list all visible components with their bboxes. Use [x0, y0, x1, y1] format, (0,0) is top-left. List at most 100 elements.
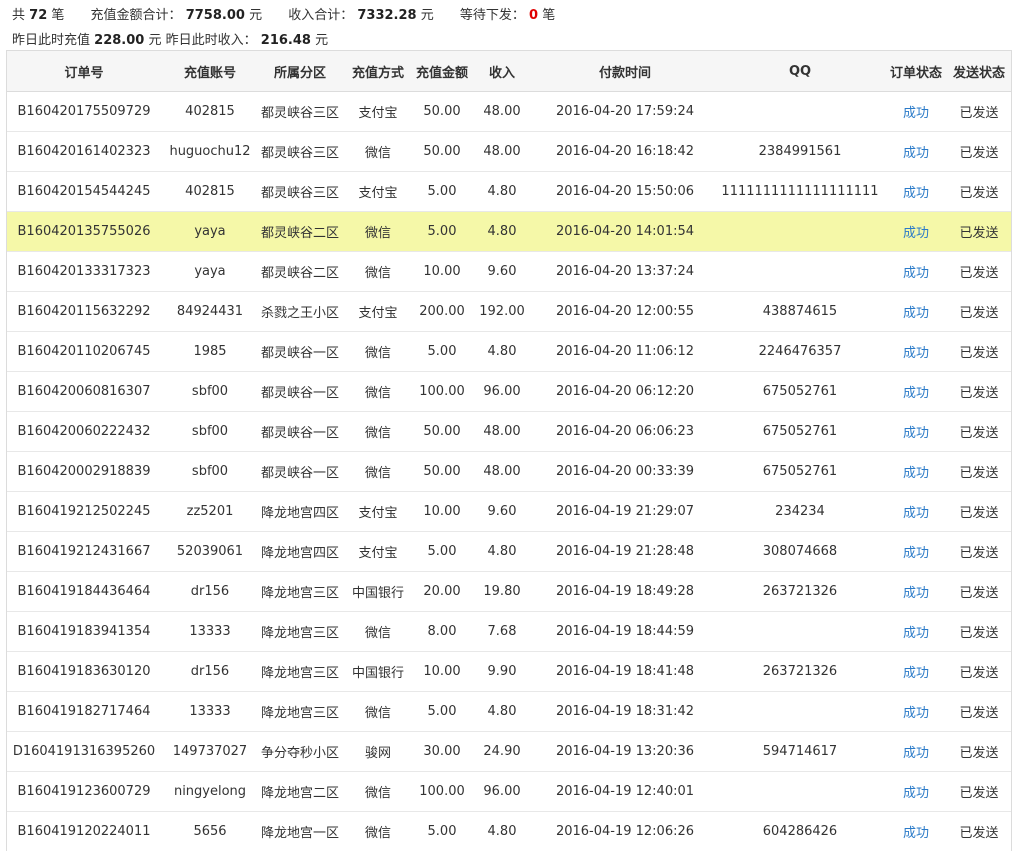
send-status-cell: 已发送	[947, 572, 1011, 612]
send-status-cell: 已发送	[947, 732, 1011, 772]
pay-time-cell: 2016-04-20 00:33:39	[535, 452, 715, 492]
pay-time-cell: 2016-04-19 18:41:48	[535, 652, 715, 692]
order-status-link[interactable]: 成功	[903, 786, 929, 801]
send-status-cell: 已发送	[947, 772, 1011, 812]
table-row: B160419123600729ningyelong降龙地宫二区微信100.00…	[7, 772, 1011, 812]
order-status-link[interactable]: 成功	[903, 306, 929, 321]
recharge-total-value: 7758.00	[186, 8, 245, 23]
zone-cell: 降龙地宫三区	[259, 572, 341, 612]
qq-cell: 438874615	[715, 292, 885, 332]
order-status-link[interactable]: 成功	[903, 506, 929, 521]
order-no-cell: D1604191316395260	[7, 732, 161, 772]
amount-cell: 100.00	[415, 372, 469, 412]
yesterday-income-unit: 元	[315, 33, 328, 48]
income-cell: 96.00	[469, 772, 535, 812]
order-no-cell: B160420060816307	[7, 372, 161, 412]
account-cell: yaya	[161, 252, 259, 292]
order-status-link[interactable]: 成功	[903, 826, 929, 841]
account-cell: ningyelong	[161, 772, 259, 812]
pending-label: 等待下发：	[460, 8, 525, 23]
yesterday-income-value: 216.48	[261, 33, 311, 48]
send-status-cell: 已发送	[947, 292, 1011, 332]
order-status-link[interactable]: 成功	[903, 186, 929, 201]
table-row: B16041918394135413333降龙地宫三区微信8.007.68201…	[7, 612, 1011, 652]
amount-cell: 10.00	[415, 652, 469, 692]
income-cell: 9.90	[469, 652, 535, 692]
summary-line-yesterday: 昨日此时充值 228.00 元 昨日此时收入： 216.48 元	[12, 29, 328, 48]
zone-cell: 都灵峡谷三区	[259, 132, 341, 172]
income-cell: 9.60	[469, 252, 535, 292]
order-no-cell: B160420135755026	[7, 212, 161, 252]
zone-cell: 降龙地宫三区	[259, 612, 341, 652]
qq-cell: 594714617	[715, 732, 885, 772]
order-status-link[interactable]: 成功	[903, 426, 929, 441]
income-cell: 19.80	[469, 572, 535, 612]
pay-time-cell: 2016-04-20 06:12:20	[535, 372, 715, 412]
income-total-unit: 元	[421, 8, 434, 23]
order-no-cell: B160419182717464	[7, 692, 161, 732]
table-row: B160420060222432sbf00都灵峡谷一区微信50.0048.002…	[7, 412, 1011, 452]
pending-unit: 笔	[542, 8, 555, 23]
zone-cell: 都灵峡谷三区	[259, 92, 341, 132]
amount-cell: 30.00	[415, 732, 469, 772]
zone-cell: 降龙地宫一区	[259, 812, 341, 851]
table-row: B160420175509729402815都灵峡谷三区支付宝50.0048.0…	[7, 92, 1011, 132]
income-cell: 4.80	[469, 172, 535, 212]
income-total-label: 收入合计：	[288, 8, 353, 23]
header-income: 收入	[469, 51, 535, 92]
pending-value: 0	[529, 8, 538, 23]
header-zone: 所属分区	[259, 51, 341, 92]
order-status-link[interactable]: 成功	[903, 346, 929, 361]
account-cell: 13333	[161, 612, 259, 652]
order-no-cell: B160420002918839	[7, 452, 161, 492]
order-status-link[interactable]: 成功	[903, 386, 929, 401]
pay-time-cell: 2016-04-19 18:44:59	[535, 612, 715, 652]
send-status-cell: 已发送	[947, 132, 1011, 172]
send-status-cell: 已发送	[947, 92, 1011, 132]
qq-cell: 308074668	[715, 532, 885, 572]
zone-cell: 降龙地宫四区	[259, 492, 341, 532]
pay-time-cell: 2016-04-20 11:06:12	[535, 332, 715, 372]
order-status-link[interactable]: 成功	[903, 586, 929, 601]
qq-cell: 2246476357	[715, 332, 885, 372]
order-status-link[interactable]: 成功	[903, 666, 929, 681]
table-header-row: 订单号 充值账号 所属分区 充值方式 充值金额 收入 付款时间 QQ 订单状态 …	[7, 51, 1011, 92]
order-status-link[interactable]: 成功	[903, 626, 929, 641]
qq-cell	[715, 252, 885, 292]
order-no-cell: B160420154544245	[7, 172, 161, 212]
send-status-cell: 已发送	[947, 652, 1011, 692]
order-status-link[interactable]: 成功	[903, 546, 929, 561]
order-status-cell: 成功	[885, 452, 947, 492]
order-status-link[interactable]: 成功	[903, 466, 929, 481]
order-status-cell: 成功	[885, 132, 947, 172]
table-row: B160420133317323yaya都灵峡谷二区微信10.009.60201…	[7, 252, 1011, 292]
order-status-link[interactable]: 成功	[903, 706, 929, 721]
zone-cell: 都灵峡谷一区	[259, 332, 341, 372]
order-status-cell: 成功	[885, 492, 947, 532]
order-count-unit: 笔	[51, 8, 64, 23]
order-status-link[interactable]: 成功	[903, 266, 929, 281]
method-cell: 微信	[341, 772, 415, 812]
pay-time-cell: 2016-04-20 14:01:54	[535, 212, 715, 252]
zone-cell: 降龙地宫三区	[259, 652, 341, 692]
method-cell: 微信	[341, 332, 415, 372]
table-row: B16041921243166752039061降龙地宫四区支付宝5.004.8…	[7, 532, 1011, 572]
income-cell: 4.80	[469, 212, 535, 252]
method-cell: 微信	[341, 132, 415, 172]
qq-cell	[715, 92, 885, 132]
method-cell: 微信	[341, 812, 415, 851]
income-cell: 48.00	[469, 412, 535, 452]
header-method: 充值方式	[341, 51, 415, 92]
order-status-cell: 成功	[885, 772, 947, 812]
order-status-cell: 成功	[885, 92, 947, 132]
qq-cell: 263721326	[715, 572, 885, 612]
send-status-cell: 已发送	[947, 212, 1011, 252]
account-cell: sbf00	[161, 452, 259, 492]
account-cell: dr156	[161, 572, 259, 612]
order-status-link[interactable]: 成功	[903, 106, 929, 121]
order-status-link[interactable]: 成功	[903, 226, 929, 241]
summary-line-totals: 共 72 笔 充值金额合计： 7758.00 元 收入合计： 7332.28 元…	[12, 4, 555, 23]
order-status-link[interactable]: 成功	[903, 746, 929, 761]
order-status-cell: 成功	[885, 732, 947, 772]
order-status-link[interactable]: 成功	[903, 146, 929, 161]
